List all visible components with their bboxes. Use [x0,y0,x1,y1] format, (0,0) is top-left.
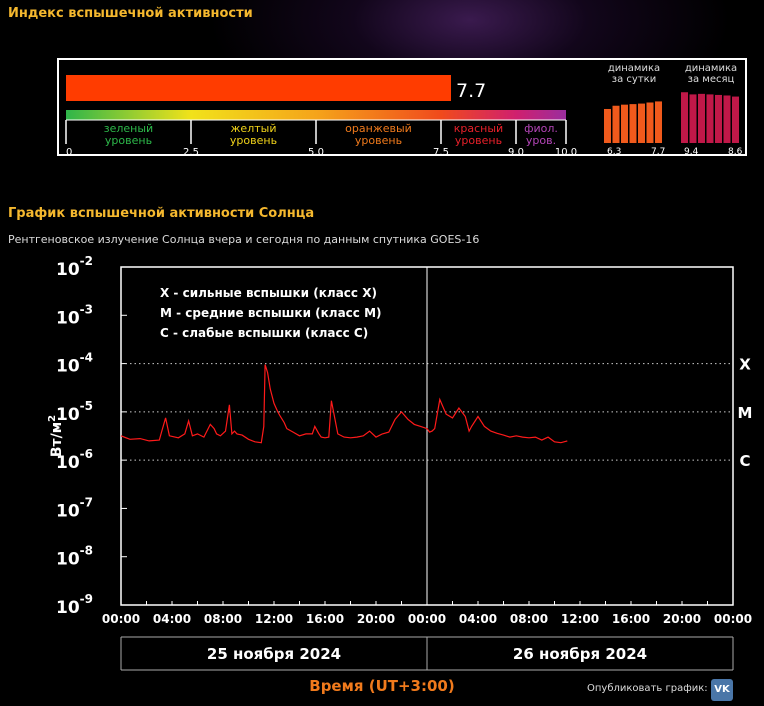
day-label-1: 25 ноября 2024 [207,645,341,663]
mini-bar [612,105,620,143]
mini-bar [723,95,731,143]
x-tick-label: 00:00 [714,612,752,626]
legend-entry: M - средние вспышки (класс M) [160,306,382,320]
flare-index-graphic: 7.7 зеленыйуровеньжелтыйуровеньоранжевый… [65,63,743,158]
class-label: M [738,404,753,422]
scale-tick-label: 7.5 [433,147,449,154]
scale-tick-label: 2.5 [183,147,199,154]
x-tick-label: 12:00 [561,612,599,626]
scale-tick-label: 0 [66,147,72,154]
y-tick-label: 10-4 [56,351,93,377]
mini-title-1: динамика [685,63,737,74]
flux-series-line [120,364,568,444]
y-tick-label: 10-5 [56,399,93,425]
mini-title-2: за сутки [612,74,656,85]
index-scale-gradient [66,110,566,120]
vk-share-icon[interactable]: VK [711,679,733,701]
y-axis-label-sup: 2 [47,415,58,422]
level-label-line2: уровень [455,134,502,147]
flare-index-panel: 7.7 зеленый уровень желтый уровень оранжевый… [57,58,747,158]
index-value-bar [66,75,451,101]
day-label-2: 26 ноября 2024 [513,645,647,663]
mini-bar [681,92,688,143]
share-label: Опубликовать график: [587,683,708,694]
mini-min-label: 6.3 [607,147,621,154]
mini-bar [698,93,705,143]
mini-bar [638,103,645,143]
section-subtitle: Рентгеновское излучение Солнца вчера и с… [8,233,480,246]
x-tick-label: 20:00 [663,612,701,626]
class-label: C [739,452,750,470]
y-axis-label-base: Вт/м [49,422,65,457]
scale-tick-label: 5.0 [308,147,324,154]
x-tick-label: 16:00 [306,612,344,626]
level-label-line2: уровень [105,134,152,147]
index-value: 7.7 [456,80,486,102]
index-title: Индекс вспышечной активности [8,6,253,21]
mini-bar [629,104,637,143]
mini-bar [621,104,628,143]
mini-bar [689,94,697,143]
legend-entry: X - сильные вспышки (класс X) [160,286,377,300]
mini-min-label: 9.4 [684,147,699,154]
mini-bar [646,102,654,143]
level-label-line2: уровень [230,134,277,147]
x-tick-label: 00:00 [102,612,140,626]
mini-bar [706,94,714,143]
y-tick-label: 10-3 [56,302,93,328]
x-tick-label: 04:00 [459,612,497,626]
mini-bar [604,108,611,143]
x-tick-label: 04:00 [153,612,191,626]
mini-title-1: динамика [608,63,660,74]
class-label: X [739,356,751,374]
mini-bar [732,96,739,143]
y-tick-label: 10-2 [56,254,93,280]
legend-entry: C - слабые вспышки (класс C) [160,326,368,340]
x-tick-label: 08:00 [204,612,242,626]
mini-title-2: за месяц [688,74,735,85]
x-tick-label: 08:00 [510,612,548,626]
section-title: График вспышечной активности Солнца [8,206,315,221]
mini-bar [715,94,722,143]
x-tick-label: 20:00 [357,612,395,626]
level-label-line2: уров. [526,134,556,147]
x-tick-label: 00:00 [408,612,446,626]
scale-tick-label: 10.0 [555,147,577,154]
xray-flux-chart: 10-210-310-410-510-610-710-810-9 00:00 04… [47,254,753,671]
mini-max-label: 8.6 [728,147,743,154]
mini-max-label: 7.7 [651,147,665,154]
scale-tick-label: 9.0 [508,147,524,154]
level-label-line2: уровень [355,134,402,147]
x-tick-label: 12:00 [255,612,293,626]
x-tick-label: 16:00 [612,612,650,626]
y-tick-label: 10-9 [56,592,93,618]
mini-bar [655,101,662,143]
y-tick-label: 10-8 [56,544,93,570]
y-tick-label: 10-7 [56,495,93,521]
